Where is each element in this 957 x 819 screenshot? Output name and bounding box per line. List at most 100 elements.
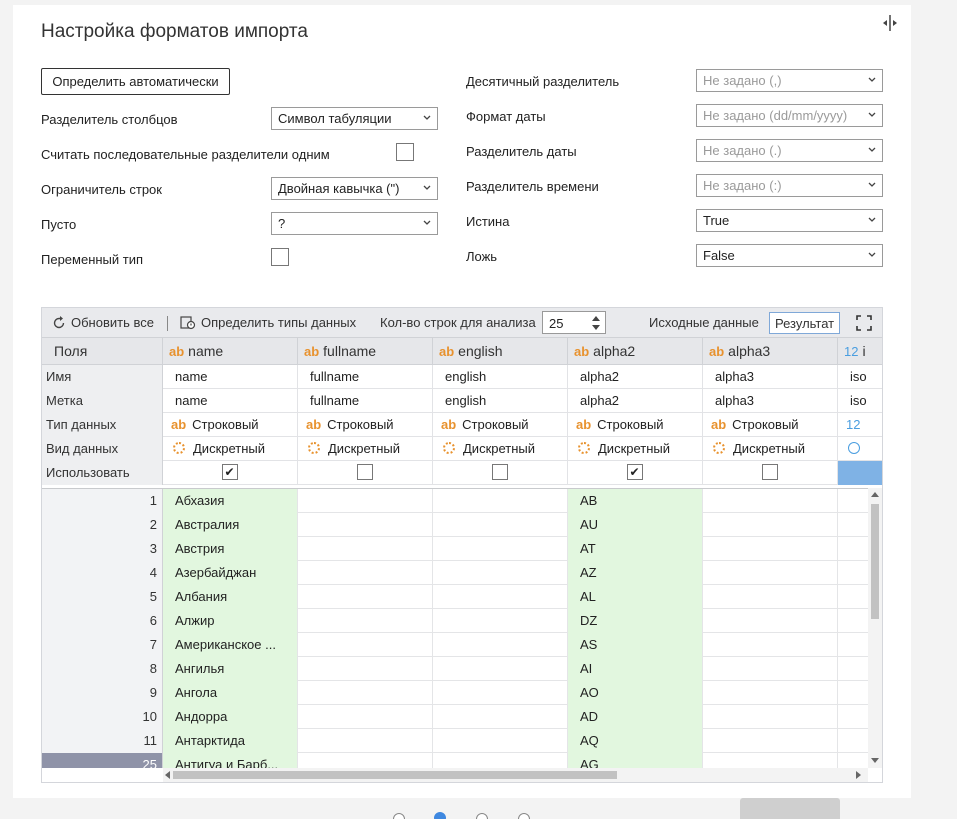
use-checkbox-checked[interactable]: ✔ (221, 464, 238, 480)
table-cell (703, 489, 838, 513)
table-cell (433, 753, 568, 768)
column-header[interactable]: ab alpha3 (703, 338, 838, 365)
detect-types-button[interactable]: Определить типы данных (180, 315, 356, 330)
table-row[interactable]: 8 Ангилья AI (42, 657, 868, 681)
table-row[interactable]: 3 Австрия AT (42, 537, 868, 561)
table-cell (433, 537, 568, 561)
collapse-panel-icon[interactable] (879, 13, 901, 33)
vertical-scroll-thumb[interactable] (871, 504, 879, 619)
wizard-step-dot[interactable] (518, 813, 530, 819)
scroll-right-icon[interactable] (856, 771, 861, 779)
row-limiter-select[interactable]: Двойная кавычка (") (271, 177, 438, 200)
column-header[interactable]: ab name (163, 338, 298, 365)
string-type-icon: ab (441, 417, 457, 432)
meta-cell-name[interactable]: alpha2 (568, 365, 703, 389)
meta-cell-dtype[interactable]: 12 (838, 413, 882, 437)
meta-name-value: iso (850, 369, 867, 384)
table-row[interactable]: 5 Албания AL (42, 585, 868, 609)
table-cell (433, 705, 568, 729)
time-separator-select[interactable]: Не задано (:) (696, 174, 883, 197)
meta-cell-kind[interactable]: Дискретный (298, 437, 433, 461)
meta-cell-label[interactable]: iso (838, 389, 882, 413)
true-select[interactable]: True (696, 209, 883, 232)
meta-cell-name[interactable]: english (433, 365, 568, 389)
column-header[interactable]: ab alpha2 (568, 338, 703, 365)
table-row[interactable]: 4 Азербайджан AZ (42, 561, 868, 585)
meta-cell-dtype[interactable]: ab Строковый (298, 413, 433, 437)
table-row[interactable]: 9 Ангола AO (42, 681, 868, 705)
stepper-up-icon[interactable] (592, 316, 600, 321)
meta-cell-dtype[interactable]: ab Строковый (433, 413, 568, 437)
meta-cell-label[interactable]: fullname (298, 389, 433, 413)
scroll-up-icon[interactable] (871, 492, 879, 497)
meta-cell-kind[interactable]: Дискретный (703, 437, 838, 461)
date-format-select[interactable]: Не задано (dd/mm/yyyy) (696, 104, 883, 127)
meta-cell-name[interactable]: iso (838, 365, 882, 389)
table-row[interactable]: 6 Алжир DZ (42, 609, 868, 633)
variable-type-label: Переменный тип (41, 252, 144, 267)
chevron-down-icon (868, 252, 876, 257)
date-separator-select[interactable]: Не задано (.) (696, 139, 883, 162)
meta-cell-label[interactable]: name (163, 389, 298, 413)
decimal-separator-label: Десятичный разделитель (466, 74, 620, 89)
scroll-left-icon[interactable] (165, 771, 170, 779)
fullscreen-icon[interactable] (856, 315, 872, 331)
meta-cell-name[interactable]: fullname (298, 365, 433, 389)
meta-cell-dtype[interactable]: ab Строковый (163, 413, 298, 437)
stepper-down-icon[interactable] (592, 325, 600, 330)
column-header[interactable]: ab english (433, 338, 568, 365)
meta-cell-dtype[interactable]: ab Строковый (703, 413, 838, 437)
variable-type-checkbox[interactable] (271, 248, 289, 266)
wizard-step-dot[interactable] (476, 813, 488, 819)
empty-select[interactable]: ? (271, 212, 438, 235)
wizard-step-dot[interactable] (393, 813, 405, 819)
column-header-label: i (862, 343, 866, 359)
scroll-down-icon[interactable] (871, 758, 879, 763)
use-checkbox[interactable] (356, 464, 373, 480)
consecutive-separators-checkbox[interactable] (396, 143, 414, 161)
meta-cell-kind[interactable]: Дискретный (433, 437, 568, 461)
meta-cell-name[interactable]: name (163, 365, 298, 389)
column-separator-select[interactable]: Символ табуляции (271, 107, 438, 130)
table-row[interactable]: 7 Американское ... AS (42, 633, 868, 657)
row-limiter-label: Ограничитель строк (41, 182, 162, 197)
column-header[interactable]: 12 i (838, 338, 882, 365)
use-checkbox[interactable] (491, 464, 508, 480)
meta-cell-label[interactable]: alpha2 (568, 389, 703, 413)
next-button[interactable] (740, 798, 840, 819)
string-type-icon: ab (711, 417, 727, 432)
table-row[interactable]: 11 Антарктида AQ (42, 729, 868, 753)
tab-result[interactable]: Результат (769, 312, 841, 334)
table-row[interactable]: 10 Андорра AD (42, 705, 868, 729)
row-number: 2 (42, 513, 163, 537)
vertical-scrollbar[interactable] (868, 488, 882, 768)
use-checkbox[interactable] (761, 464, 778, 480)
table-cell: AU (568, 513, 703, 537)
date-separator-value: Не задано (.) (703, 143, 782, 158)
wizard-step-dot-current[interactable] (434, 812, 446, 819)
meta-name-value: alpha2 (580, 369, 620, 384)
column-header-label: alpha2 (593, 343, 636, 359)
chevron-down-icon (868, 217, 876, 222)
meta-cell-kind[interactable]: Дискретный (163, 437, 298, 461)
auto-detect-button[interactable]: Определить автоматически (41, 68, 230, 95)
decimal-separator-select[interactable]: Не задано (,) (696, 69, 883, 92)
table-row[interactable]: 2 Австралия AU (42, 513, 868, 537)
meta-cell-use: ✔ (568, 461, 703, 485)
table-row[interactable]: 1 Абхазия AB (42, 489, 868, 513)
tab-source-data[interactable]: Исходные данные (644, 312, 764, 334)
refresh-all-button[interactable]: Обновить все (52, 315, 154, 330)
column-header[interactable]: ab fullname (298, 338, 433, 365)
table-row[interactable]: 25 Антигуа и Барб... AG (42, 753, 868, 768)
false-select[interactable]: False (696, 244, 883, 267)
horizontal-scroll-thumb[interactable] (173, 771, 617, 779)
meta-cell-label[interactable]: alpha3 (703, 389, 838, 413)
meta-cell-kind[interactable]: Дискретный (568, 437, 703, 461)
meta-cell-kind[interactable] (838, 437, 882, 461)
meta-cell-dtype[interactable]: ab Строковый (568, 413, 703, 437)
meta-cell-label[interactable]: english (433, 389, 568, 413)
use-checkbox-checked[interactable]: ✔ (626, 464, 643, 480)
meta-cell-name[interactable]: alpha3 (703, 365, 838, 389)
horizontal-scrollbar[interactable] (163, 768, 868, 782)
rows-to-analyze-stepper[interactable]: 25 (542, 311, 606, 334)
